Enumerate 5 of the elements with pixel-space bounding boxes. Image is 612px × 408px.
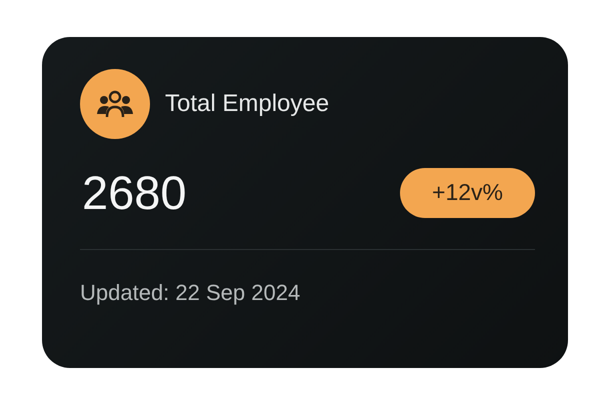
people-icon [96,89,134,119]
updated-date: Updated: 22 Sep 2024 [80,280,302,306]
employee-count: 2680 [81,165,187,220]
change-badge: +12v% [400,168,535,218]
card-title: Total Employee [165,90,330,118]
